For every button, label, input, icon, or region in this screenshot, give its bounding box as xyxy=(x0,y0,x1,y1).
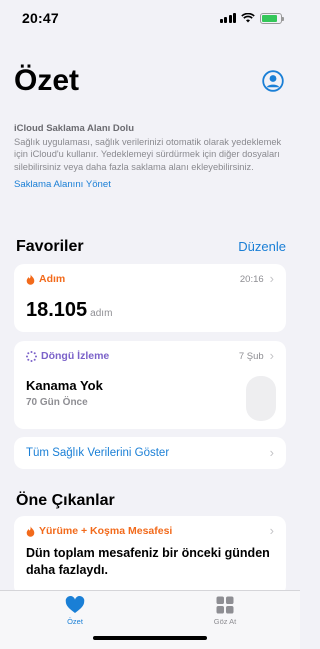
highlights-header: Öne Çıkanlar xyxy=(16,492,286,510)
chevron-right-icon: › xyxy=(269,271,274,286)
page-title: Özet xyxy=(14,64,80,97)
tab-bar: Özet Göz At xyxy=(0,590,300,649)
status-time: 20:47 xyxy=(22,10,59,26)
tab-browse-label: Göz At xyxy=(213,617,237,626)
show-all-health-data-label: Tüm Sağlık Verilerini Göster xyxy=(26,447,170,459)
highlight-text: Dün toplam mesafeniz bir önceki günden d… xyxy=(26,546,270,577)
status-icons xyxy=(219,12,284,24)
battery-icon xyxy=(260,12,284,24)
favorites-header: Favoriler Düzenle xyxy=(16,238,286,256)
highlight-card[interactable]: Yürüme + Koşma Mesafesi › Dün toplam mes… xyxy=(14,516,286,596)
icloud-notice-body: Sağlık uygulaması, sağlık verilerinizi o… xyxy=(14,137,282,172)
heart-icon xyxy=(65,596,85,613)
cellular-signal-icon xyxy=(219,13,236,23)
cycle-label: Döngü İzleme xyxy=(26,350,109,362)
cycle-dots-icon xyxy=(26,350,37,362)
steps-card[interactable]: Adım 20:16 › 18.105 adım xyxy=(14,264,286,332)
show-all-health-data-row[interactable]: Tüm Sağlık Verilerini Göster › xyxy=(14,437,286,469)
home-indicator xyxy=(93,636,207,640)
highlights-title: Öne Çıkanlar xyxy=(16,492,115,509)
tab-browse[interactable]: Göz At xyxy=(150,591,300,649)
chevron-right-icon: › xyxy=(269,445,274,460)
flame-icon xyxy=(26,525,35,537)
icloud-notice-title: iCloud Saklama Alanı Dolu xyxy=(14,123,135,134)
favorites-title: Favoriler xyxy=(16,238,84,255)
flame-icon xyxy=(26,273,35,285)
edit-button[interactable]: Düzenle xyxy=(238,239,286,254)
icloud-storage-notice: iCloud Saklama Alanı Dolu Sağlık uygulam… xyxy=(14,123,288,190)
chevron-right-icon: › xyxy=(269,348,274,363)
highlight-label: Yürüme + Koşma Mesafesi xyxy=(26,525,172,537)
tab-summary-label: Özet xyxy=(67,617,83,626)
cycle-date: 7 Şub xyxy=(238,350,264,362)
profile-icon[interactable] xyxy=(262,70,284,92)
cycle-ring-graphic xyxy=(246,376,276,421)
steps-label: Adım xyxy=(26,273,65,285)
steps-value: 18.105 xyxy=(26,299,88,321)
steps-label-text: Adım xyxy=(39,273,66,285)
cycle-label-text: Döngü İzleme xyxy=(41,350,110,362)
wifi-icon xyxy=(241,13,255,23)
tab-summary[interactable]: Özet xyxy=(0,591,150,649)
chevron-right-icon: › xyxy=(269,523,274,538)
highlight-label-text: Yürüme + Koşma Mesafesi xyxy=(39,525,173,537)
cycle-tracking-card[interactable]: Döngü İzleme 7 Şub › Kanama Yok 70 Gün Ö… xyxy=(14,341,286,429)
status-bar: 20:47 xyxy=(0,0,300,36)
steps-unit: adım xyxy=(90,308,113,319)
manage-storage-link[interactable]: Saklama Alanını Yönet xyxy=(14,179,288,190)
grid-icon xyxy=(216,596,234,614)
steps-time: 20:16 xyxy=(239,273,264,285)
